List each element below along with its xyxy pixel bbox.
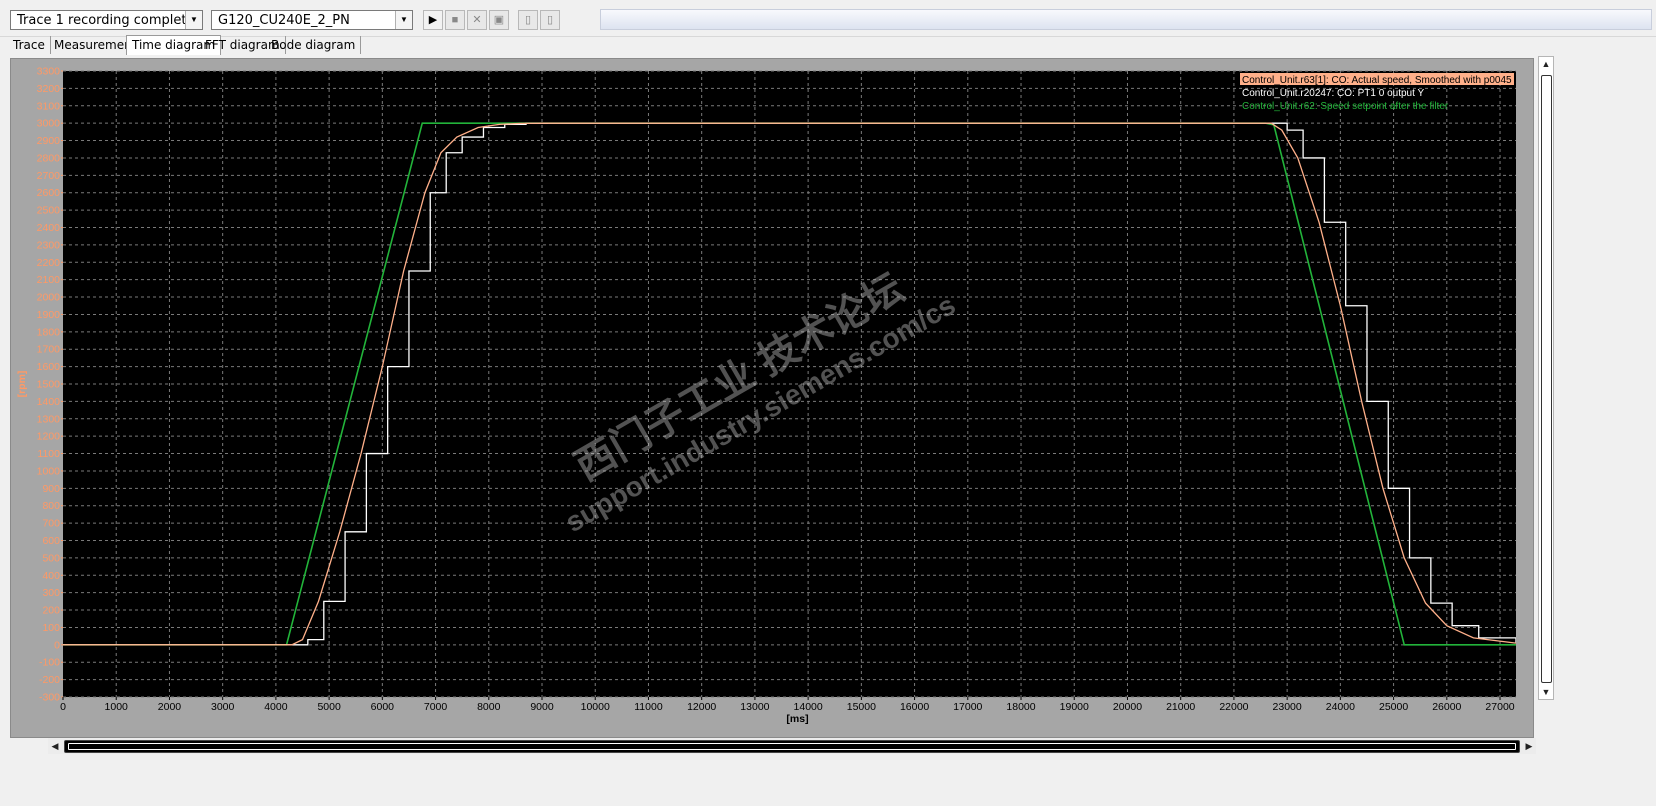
vertical-scroll-thumb[interactable] bbox=[1541, 75, 1552, 683]
x-tick-label: 12000 bbox=[687, 701, 716, 713]
y-tick-label: 100 bbox=[42, 622, 60, 634]
x-tick-label: 8000 bbox=[477, 701, 501, 713]
y-tick-label: -300 bbox=[39, 692, 60, 704]
y-tick-label: 700 bbox=[42, 518, 60, 530]
y-tick-label: 3100 bbox=[37, 100, 61, 112]
y-tick-label: 3300 bbox=[37, 66, 61, 78]
legend-entry: Control_Unit.r62: Speed setpoint after t… bbox=[1242, 101, 1449, 112]
scroll-right-icon[interactable]: ▶ bbox=[1522, 738, 1536, 754]
chevron-down-icon[interactable]: ▼ bbox=[395, 11, 412, 29]
x-tick-label: 22000 bbox=[1219, 701, 1248, 713]
y-tick-label: 3000 bbox=[37, 118, 61, 130]
x-tick-label: 24000 bbox=[1326, 701, 1355, 713]
x-tick-label: 14000 bbox=[794, 701, 823, 713]
horizontal-scrollbar[interactable]: ◀ ▶ bbox=[48, 738, 1536, 754]
y-tick-label: 400 bbox=[42, 570, 60, 582]
y-tick-labels: -300 -200 -100 0 100 200 300 400 500 600 700 800 900… bbox=[37, 66, 63, 704]
y-tick-label: 3200 bbox=[37, 83, 61, 95]
y-axis-label: [rpm] bbox=[16, 371, 28, 398]
y-tick-label: 1600 bbox=[37, 361, 61, 373]
legend-entry: Control_Unit.r20247: CO: PT1 0 output Y bbox=[1242, 88, 1424, 99]
y-tick-label: -200 bbox=[39, 674, 60, 686]
y-tick-label: 1400 bbox=[37, 396, 61, 408]
x-tick-label: 21000 bbox=[1166, 701, 1195, 713]
y-tick-label: 1100 bbox=[37, 448, 60, 460]
x-axis-label: [ms] bbox=[786, 713, 808, 725]
x-tick-label: 27000 bbox=[1485, 701, 1514, 713]
y-tick-label: 2600 bbox=[37, 187, 61, 199]
y-tick-label: -100 bbox=[39, 657, 60, 669]
tab-bode-diagram[interactable]: Bode diagram bbox=[266, 36, 362, 54]
x-tick-label: 15000 bbox=[847, 701, 876, 713]
y-tick-label: 2100 bbox=[37, 274, 61, 286]
stop-icon[interactable]: ■ bbox=[445, 10, 465, 30]
trace-status-combo[interactable]: Trace 1 recording completed ▼ bbox=[10, 10, 203, 30]
x-tick-label: 18000 bbox=[1006, 701, 1035, 713]
x-tick-label: 26000 bbox=[1432, 701, 1461, 713]
y-tick-label: 1000 bbox=[37, 465, 61, 477]
x-tick-label: 13000 bbox=[740, 701, 769, 713]
x-tick-label: 10000 bbox=[581, 701, 610, 713]
y-tick-label: 2400 bbox=[37, 222, 61, 234]
trace-status-value: Trace 1 recording completed bbox=[17, 13, 203, 28]
device-value: G120_CU240E_2_PN bbox=[218, 13, 350, 28]
chevron-down-icon[interactable]: ▼ bbox=[185, 11, 202, 29]
x-tick-label: 17000 bbox=[953, 701, 982, 713]
x-tick-label: 19000 bbox=[1060, 701, 1089, 713]
x-tick-labels: 0 1000 2000 3000 4000 5000 6000 7000 8000 9000 100… bbox=[60, 697, 1515, 713]
scroll-left-icon[interactable]: ◀ bbox=[48, 738, 62, 754]
x-tick-label: 23000 bbox=[1273, 701, 1302, 713]
y-tick-label: 600 bbox=[42, 535, 60, 547]
measure-icon[interactable]: ✕ bbox=[467, 10, 487, 30]
y-tick-label: 1800 bbox=[37, 326, 61, 338]
y-tick-label: 900 bbox=[42, 483, 60, 495]
down-icon[interactable]: ▯ bbox=[518, 10, 538, 30]
y-tick-label: 2900 bbox=[37, 135, 61, 147]
x-tick-label: 4000 bbox=[264, 701, 288, 713]
y-tick-label: 1900 bbox=[37, 309, 61, 321]
x-tick-label: 6000 bbox=[371, 701, 395, 713]
y-tick-label: 0 bbox=[54, 639, 60, 651]
legend-entry: Control_Unit.r63[1]: CO: Actual speed, S… bbox=[1242, 75, 1512, 86]
x-tick-label: 0 bbox=[60, 701, 66, 713]
toolbar-strip bbox=[600, 9, 1652, 30]
y-tick-label: 1200 bbox=[37, 431, 61, 443]
scroll-up-icon[interactable]: ▲ bbox=[1539, 57, 1553, 71]
horizontal-scroll-thumb[interactable] bbox=[64, 740, 1520, 753]
x-tick-label: 5000 bbox=[317, 701, 341, 713]
y-tick-label: 1700 bbox=[37, 344, 61, 356]
y-tick-label: 2000 bbox=[37, 292, 61, 304]
y-tick-label: 200 bbox=[42, 605, 60, 617]
up-icon[interactable]: ▯ bbox=[540, 10, 560, 30]
x-tick-label: 16000 bbox=[900, 701, 929, 713]
play-icon[interactable]: ▶ bbox=[423, 10, 443, 30]
device-combo[interactable]: G120_CU240E_2_PN ▼ bbox=[211, 10, 413, 30]
y-tick-label: 2700 bbox=[37, 170, 61, 182]
y-tick-label: 2200 bbox=[37, 257, 61, 269]
x-tick-label: 3000 bbox=[211, 701, 235, 713]
y-tick-label: 2300 bbox=[37, 239, 61, 251]
chart-panel: -300 -200 -100 0 100 200 300 400 500 600 700 800 900… bbox=[10, 58, 1534, 738]
time-diagram-chart[interactable]: -300 -200 -100 0 100 200 300 400 500 600 700 800 900… bbox=[11, 59, 1533, 737]
y-tick-label: 2500 bbox=[37, 205, 61, 217]
vertical-scrollbar[interactable]: ▲ ▼ bbox=[1538, 56, 1554, 700]
x-tick-label: 2000 bbox=[158, 701, 182, 713]
y-tick-label: 1500 bbox=[37, 379, 61, 391]
x-tick-label: 9000 bbox=[530, 701, 554, 713]
y-tick-label: 500 bbox=[42, 552, 60, 564]
tab-trace[interactable]: Trace bbox=[8, 36, 51, 54]
x-tick-label: 7000 bbox=[424, 701, 448, 713]
x-tick-label: 11000 bbox=[634, 701, 663, 713]
x-tick-label: 20000 bbox=[1113, 701, 1142, 713]
y-tick-label: 2800 bbox=[37, 152, 61, 164]
y-tick-label: 300 bbox=[42, 587, 60, 599]
y-tick-label: 800 bbox=[42, 500, 60, 512]
x-tick-label: 1000 bbox=[105, 701, 129, 713]
save-icon[interactable]: ▣ bbox=[489, 10, 509, 30]
x-tick-label: 25000 bbox=[1379, 701, 1408, 713]
scroll-down-icon[interactable]: ▼ bbox=[1539, 685, 1553, 699]
y-tick-label: 1300 bbox=[37, 413, 61, 425]
toolbar: Trace 1 recording completed ▼ G120_CU240… bbox=[0, 0, 1656, 37]
